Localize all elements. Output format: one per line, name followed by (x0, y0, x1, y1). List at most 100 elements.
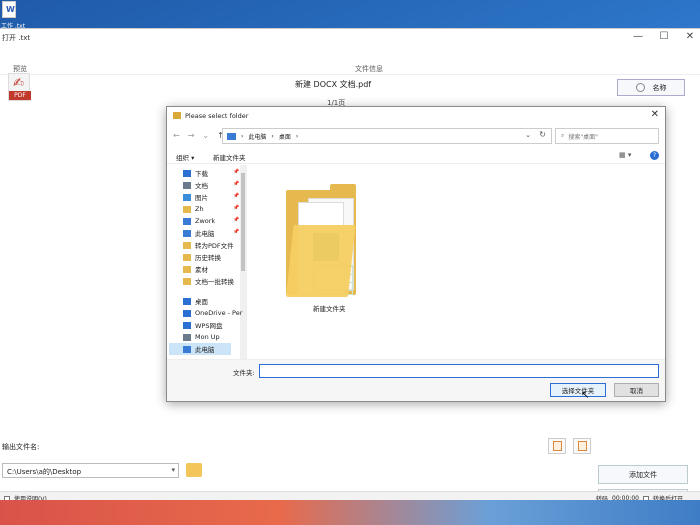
nav-item-label: 图片 (195, 194, 208, 202)
pin-icon: 📌 (233, 229, 240, 235)
rename-button[interactable]: 名称 (617, 79, 685, 96)
acrobat-icon: ✍ (13, 76, 24, 91)
refresh-icon[interactable]: ↻ (539, 130, 546, 139)
nav-item[interactable]: Zh 📌 (183, 203, 239, 215)
output-label: 输出文件名: (2, 443, 40, 451)
monitor-icon (183, 217, 191, 225)
nav-item-label: 素材 (195, 266, 208, 274)
scroll-thumb[interactable] (241, 173, 245, 271)
nav-item[interactable]: 转为PDF文件 (183, 239, 234, 251)
folder-icon (183, 265, 191, 273)
search-placeholder: 搜索"桌面" (568, 133, 598, 141)
nav-item-label: 桌面 (195, 298, 208, 306)
chevron-down-icon[interactable]: ⌄ (525, 131, 531, 139)
column-file-info: 文件信息 (355, 65, 383, 73)
nav-item-label: 文档一批转换 (195, 278, 234, 286)
add-file-button[interactable]: 添加文件 (598, 465, 688, 484)
nav-item-label: 此电脑 (195, 346, 215, 354)
pin-icon: 📌 (233, 217, 240, 223)
folder-name-row: 文件夹: (167, 359, 665, 381)
pc-icon (227, 132, 236, 140)
add-folder-button[interactable] (573, 438, 591, 454)
nav-item-label: Zh (195, 205, 204, 213)
nav-item-label: 此电脑 (195, 230, 215, 238)
nav-item[interactable]: 此电脑 📌 (183, 227, 239, 239)
folder-icon (183, 277, 191, 285)
nav-scrollbar[interactable] (240, 165, 246, 359)
dialog-navbar: ← → ⌄ ↑ › 此电脑 › 桌面 › ⌄ ↻ ⌕ 搜索"桌面" (167, 125, 665, 147)
nav-item[interactable]: Mon Up (183, 331, 220, 343)
app-title: 打开 .txt (2, 34, 31, 42)
folder-name-input[interactable] (259, 364, 659, 378)
folder-icon (183, 253, 191, 261)
nav-item[interactable]: 图片 📌 (183, 191, 239, 203)
cancel-button[interactable]: 取消 (614, 383, 659, 397)
nav-item-label: 下载 (195, 170, 208, 178)
select-folder-button[interactable]: 选择文件夹 (550, 383, 606, 397)
dialog-title: Please select folder (185, 112, 249, 120)
dialog-toolbar: 组织 ▾ 新建文件夹 ▦ ▾ ? (167, 148, 665, 164)
pdf-file-icon: ✍ PDF (8, 73, 31, 101)
nav-item-label: Zwork (195, 217, 216, 225)
nav-item[interactable]: 历史转换 (183, 251, 221, 263)
nav-item[interactable]: Zwork 📌 (183, 215, 239, 227)
maximize-button[interactable]: ☐ (658, 31, 670, 42)
pin-icon: 📌 (233, 205, 240, 211)
desktop-icon (183, 297, 191, 305)
select-folder-dialog: Please select folder ✕ ← → ⌄ ↑ › 此电脑 › 桌… (166, 106, 666, 402)
folder-icon (183, 241, 191, 249)
add-file-label: 添加文件 (629, 470, 657, 479)
nav-item[interactable]: 下载 📌 (183, 167, 239, 179)
dialog-titlebar: Please select folder ✕ (167, 107, 665, 125)
back-arrow-icon[interactable]: ← (173, 131, 180, 140)
desktop-file-icon[interactable] (2, 1, 16, 18)
close-button[interactable]: ✕ (684, 31, 696, 42)
download-icon (183, 169, 191, 177)
chevron-down-icon: ▾ (171, 466, 175, 474)
breadcrumb-this-pc[interactable]: 此电脑 (248, 132, 266, 141)
pin-icon: 📌 (233, 193, 240, 199)
nav-item[interactable]: 素材 (183, 263, 208, 275)
new-folder-button[interactable]: 新建文件夹 (213, 152, 246, 162)
folder-name-label: 文件夹: (233, 369, 255, 377)
nav-item-label: 文档 (195, 182, 208, 190)
forward-arrow-icon[interactable]: → (188, 131, 195, 140)
nav-item-label: 转为PDF文件 (195, 242, 234, 250)
taskbar-wallpaper-strip (0, 500, 700, 525)
pin-icon: 📌 (233, 169, 240, 175)
nav-item[interactable]: WPS网盘 (183, 319, 222, 331)
minimize-button[interactable]: — (632, 31, 644, 42)
history-chevron-icon[interactable]: ⌄ (202, 131, 209, 140)
nav-item-label: OneDrive - Per (195, 309, 243, 317)
view-options-icon[interactable]: ▦ ▾ (619, 151, 631, 159)
window-controls: — ☐ ✕ (632, 31, 696, 42)
pin-icon: 📌 (233, 181, 240, 187)
pdf-tag: PDF (9, 91, 31, 100)
dialog-buttons: 选择文件夹 取消 (167, 381, 665, 401)
browse-folder-button[interactable] (186, 463, 202, 477)
nav-item[interactable]: 此电脑 (169, 343, 231, 355)
user-icon (183, 333, 191, 341)
nav-item[interactable]: 桌面 (183, 295, 208, 307)
dialog-close-button[interactable]: ✕ (651, 109, 659, 120)
cloud-icon (183, 309, 191, 317)
nav-item[interactable]: OneDrive - Per (183, 307, 242, 319)
breadcrumb-sep: › (271, 132, 274, 140)
mouse-cursor-icon: ↖ (581, 390, 590, 401)
output-path-combo[interactable]: C:\Users\a的\Desktop ▾ (2, 463, 179, 478)
address-bar[interactable]: › 此电脑 › 桌面 › ⌄ ↻ (222, 128, 552, 144)
search-input[interactable]: ⌕ 搜索"桌面" (555, 128, 659, 144)
organize-menu[interactable]: 组织 ▾ (176, 152, 194, 162)
file-name: 新建 DOCX 文档.pdf (295, 80, 372, 89)
new-folder-item[interactable] (286, 180, 358, 300)
nav-item[interactable]: 文档 📌 (183, 179, 239, 191)
help-icon[interactable]: ? (650, 151, 659, 160)
folder-icon (183, 205, 191, 213)
breadcrumb-desktop[interactable]: 桌面 (279, 132, 291, 141)
rename-button-label: 名称 (652, 83, 667, 92)
nav-item-label: Mon Up (195, 333, 220, 341)
export-pdf-button[interactable] (548, 438, 566, 454)
nav-item[interactable]: 文档一批转换 (183, 275, 234, 287)
output-path-value: C:\Users\a的\Desktop (7, 468, 82, 476)
nav-arrows: ← → ⌄ ↑ (173, 131, 224, 140)
